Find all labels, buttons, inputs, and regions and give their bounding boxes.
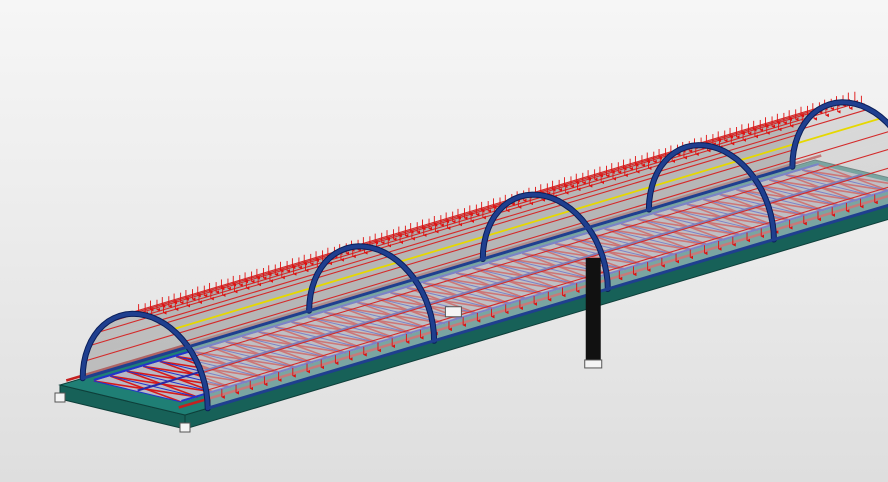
support-bearing-mid	[444, 306, 462, 318]
support-column-main-base	[584, 359, 603, 369]
3d-model-viewport[interactable]	[0, 0, 888, 482]
corner-bearing-1	[179, 422, 191, 433]
support-column-main	[585, 257, 601, 366]
corner-bearing-0	[54, 392, 66, 403]
bridge-model-canvas[interactable]	[0, 0, 888, 482]
